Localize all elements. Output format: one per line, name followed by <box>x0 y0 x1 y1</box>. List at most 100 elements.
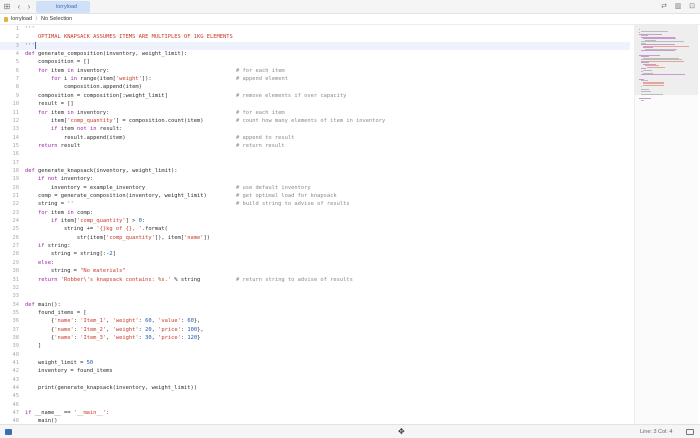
code-line[interactable]: inventory = example_inventory # use defa… <box>25 184 311 192</box>
minimap-line <box>641 41 684 42</box>
toggle-panel-icon[interactable] <box>686 429 694 435</box>
breadcrumb-symbol[interactable]: No Selection <box>41 16 72 23</box>
code-line[interactable]: for item in inventory: # for each item <box>25 67 285 75</box>
code-line[interactable]: OPTIMAL KNAPSACK ASSUMES ITEMS ARE MULTI… <box>25 33 233 41</box>
code-line[interactable]: if string: <box>25 242 70 250</box>
minimap[interactable] <box>634 25 698 424</box>
tab-lorryload[interactable]: lorryload <box>36 1 90 13</box>
cursor-position[interactable]: Line: 3 Col: 4 <box>640 428 672 436</box>
line-number: 37 <box>12 326 20 333</box>
code-line[interactable]: def generate_knapsack(inventory, weight_… <box>25 167 178 175</box>
line-number: 34 <box>12 301 20 308</box>
line-number: 33 <box>12 293 20 300</box>
line-number: 20 <box>12 184 20 191</box>
line-number: 11 <box>12 109 20 116</box>
line-number: 23 <box>12 209 20 216</box>
line-number: 43 <box>12 376 20 383</box>
line-number: 31 <box>12 276 20 283</box>
line-number: 4 <box>15 51 19 58</box>
code-line[interactable]: for item in inventory: # for each item <box>25 109 285 117</box>
code-line[interactable]: for i in range(item['weight']): # append… <box>25 75 288 83</box>
code-line[interactable]: string = string[:-2] <box>25 250 116 258</box>
minimap-line <box>641 90 652 92</box>
forward-icon[interactable]: › <box>25 2 33 12</box>
line-number: 16 <box>12 151 20 158</box>
code-line[interactable]: {'name': 'Item_2', 'weight': 20, 'price'… <box>25 326 204 334</box>
code-line[interactable]: string = '' # build string to advise of … <box>25 200 350 208</box>
minimap-line <box>647 66 666 68</box>
code-line[interactable]: return result # return result <box>25 142 285 150</box>
back-icon[interactable]: ‹ <box>15 2 23 12</box>
code-line[interactable]: if item['comp_quantity'] > 0: <box>25 217 145 225</box>
code-line[interactable]: if item not in result: <box>25 125 122 133</box>
code-line[interactable]: inventory = found_items <box>25 367 113 375</box>
code-line[interactable]: def generate_composition(inventory, weig… <box>25 50 187 58</box>
line-number: 5 <box>15 59 19 66</box>
line-number: 9 <box>15 92 19 99</box>
code-line[interactable]: weight_limit = 50 <box>25 359 93 367</box>
code-line[interactable]: ] <box>25 342 41 350</box>
line-number: 26 <box>12 234 20 241</box>
line-number: 8 <box>15 84 19 91</box>
line-number: 44 <box>12 385 20 392</box>
line-number: 19 <box>12 176 20 183</box>
line-number: 7 <box>15 76 19 83</box>
line-number: 41 <box>12 360 20 366</box>
breadcrumb-file[interactable]: lorryload <box>11 16 32 23</box>
code-line[interactable]: found_items = [ <box>25 309 87 317</box>
code-line[interactable]: for item in comp: <box>25 209 93 217</box>
line-number: 46 <box>12 401 20 408</box>
line-number: 32 <box>12 284 20 291</box>
line-number: 17 <box>12 159 20 166</box>
line-number: 15 <box>12 142 20 149</box>
panel-resize-handle[interactable]: ✥ <box>398 428 405 436</box>
code-area[interactable]: ''' OPTIMAL KNAPSACK ASSUMES ITEMS ARE M… <box>25 25 625 424</box>
code-line[interactable]: composition = [] <box>25 58 90 66</box>
split-editor-icon[interactable]: ▥ <box>674 3 682 11</box>
line-number: 29 <box>12 259 20 266</box>
code-line[interactable]: if __name__ == '__main__': <box>25 409 109 417</box>
code-line[interactable]: result = [] <box>25 100 74 108</box>
line-number: 28 <box>12 251 20 258</box>
code-editor[interactable]: 1 2 3 4 5 6 7 8 9 10 11 12 13 14 15 16 17 18 19 20 21 22 23 24 2… <box>0 25 630 424</box>
terminal-icon[interactable] <box>5 429 12 435</box>
code-line[interactable]: result.append(item) # append to result <box>25 134 294 142</box>
line-number: 39 <box>12 343 20 350</box>
line-number: 3 <box>15 42 19 49</box>
status-bar: ✥ Line: 3 Col: 4 <box>0 424 700 438</box>
code-line[interactable]: comp = generate_composition(inventory, w… <box>25 192 337 200</box>
code-line[interactable]: {'name': 'Item_1', 'weight': 60, 'value'… <box>25 317 200 325</box>
code-line[interactable]: str(item['comp_quantity']), item['name']… <box>25 234 210 242</box>
tab-bar: ⊞ ‹ › lorryload ⇄ ▥ ⊡ <box>0 0 700 14</box>
line-number: 21 <box>12 193 20 199</box>
minimap-line <box>641 30 668 32</box>
line-number: 35 <box>12 309 20 316</box>
line-number: 18 <box>12 167 20 174</box>
code-line[interactable]: return 'Robber\'s knapsack contains: %s.… <box>25 276 353 284</box>
line-number: 25 <box>12 226 20 233</box>
code-line[interactable]: ''' <box>25 25 35 33</box>
line-number: 42 <box>12 368 20 375</box>
code-line[interactable]: string += '{}kg of {}, '.format( <box>25 225 168 233</box>
code-line[interactable]: else: <box>25 259 54 267</box>
code-line[interactable]: ''' <box>25 41 36 50</box>
minimap-line <box>641 99 644 101</box>
code-line[interactable]: {'name': 'Item_3', 'weight': 30, 'price'… <box>25 334 200 342</box>
line-number-gutter: 1 2 3 4 5 6 7 8 9 10 11 12 13 14 15 16 17 18 19 20 21 22 23 24 2… <box>0 25 22 424</box>
line-number: 6 <box>15 67 19 74</box>
sidebar-toggle-icon[interactable]: ⊞ <box>3 2 11 12</box>
minimap-line <box>641 50 676 51</box>
add-editor-icon[interactable]: ⊡ <box>688 3 696 11</box>
code-line[interactable]: composition = composition[:weight_limit]… <box>25 92 346 100</box>
code-line[interactable]: def main(): <box>25 301 61 309</box>
code-line[interactable]: print(generate_knapsack(inventory, weigh… <box>25 384 197 392</box>
minimap-line <box>643 69 652 71</box>
code-line[interactable]: composition.append(item) <box>25 83 142 91</box>
code-line[interactable]: if not inventory: <box>25 175 93 183</box>
swap-icon[interactable]: ⇄ <box>660 3 668 11</box>
line-number: 45 <box>12 393 20 400</box>
python-file-icon <box>4 17 8 22</box>
code-line[interactable]: string = "No materials" <box>25 267 126 275</box>
code-line[interactable]: item['comp_quantity'] = composition.coun… <box>25 117 385 125</box>
line-number: 10 <box>12 101 20 108</box>
